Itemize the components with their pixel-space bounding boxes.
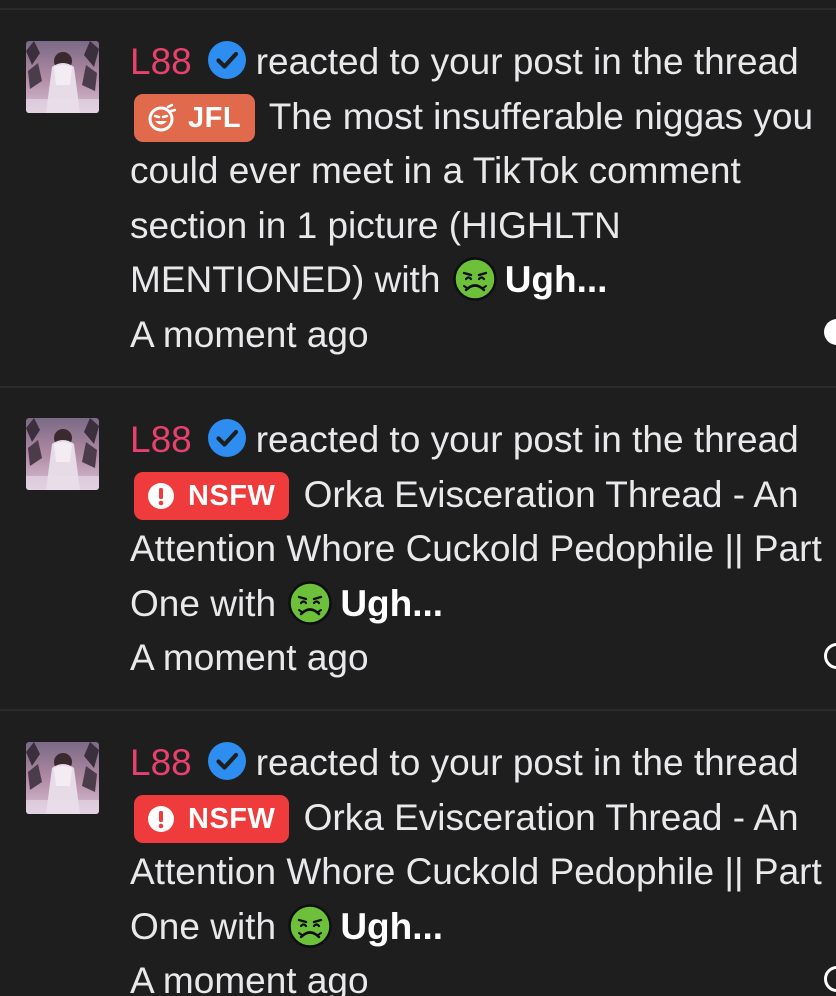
action-text: reacted to your post in the thread: [255, 419, 799, 460]
notification-text: L88 reacted to your post in the thread NS…: [130, 736, 830, 996]
notification-item[interactable]: L88 reacted to your post in the thread NS…: [0, 711, 836, 996]
with-text: with: [210, 582, 277, 624]
notification-item[interactable]: L88 reacted to your post in the thread JF…: [0, 10, 836, 386]
reaction-label: Ugh...: [340, 582, 444, 624]
nauseated-face-emoji: [288, 581, 332, 625]
action-text: reacted to your post in the thread: [255, 742, 799, 783]
notification-item[interactable]: L88 reacted to your post in the thread NS…: [0, 388, 836, 709]
avatar[interactable]: [26, 418, 99, 490]
verified-check-icon: [208, 41, 246, 79]
prefix-label: NSFW: [188, 479, 276, 512]
with-text: with: [374, 259, 441, 300]
timestamp: A moment ago: [130, 960, 369, 996]
avatar[interactable]: [26, 742, 99, 814]
username-link[interactable]: L88: [130, 742, 192, 783]
notification-list: L88 reacted to your post in the thread JF…: [0, 0, 836, 996]
nauseated-face-emoji: [453, 257, 497, 301]
prefix-label: NSFW: [188, 802, 276, 835]
prefix-label: JFL: [188, 101, 242, 134]
username-link[interactable]: L88: [130, 41, 192, 82]
action-text: reacted to your post in the thread: [255, 41, 799, 82]
alert-icon: [146, 481, 176, 511]
with-text: with: [210, 905, 277, 947]
verified-check-icon: [208, 742, 246, 780]
reaction-label: Ugh...: [340, 905, 444, 947]
thread-prefix-badge: NSFW: [134, 471, 290, 520]
verified-check-icon: [208, 419, 246, 457]
laughing-face-icon: [146, 103, 176, 133]
notification-text: L88 reacted to your post in the thread JF…: [130, 35, 830, 362]
alert-icon: [146, 804, 176, 834]
username-link[interactable]: L88: [130, 419, 192, 460]
timestamp: A moment ago: [130, 313, 369, 355]
thread-prefix-badge: NSFW: [134, 794, 290, 843]
avatar[interactable]: [26, 41, 99, 113]
notification-text: L88 reacted to your post in the thread NS…: [130, 413, 830, 686]
thread-prefix-badge: JFL: [134, 93, 256, 142]
nauseated-face-emoji: [288, 904, 332, 948]
reaction-label: Ugh...: [504, 259, 608, 300]
timestamp: A moment ago: [130, 637, 369, 678]
